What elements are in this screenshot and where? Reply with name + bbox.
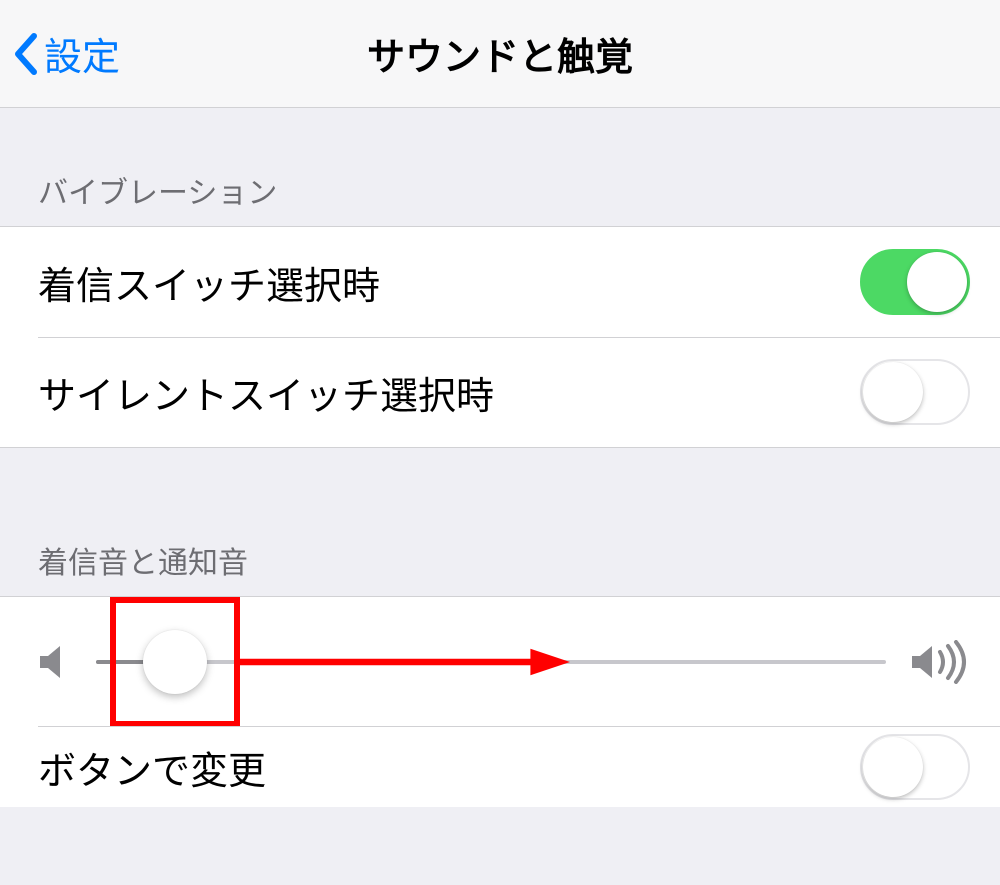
row-vibrate-on-ring[interactable]: 着信スイッチ選択時 [0,227,1000,337]
row-label: 着信スイッチ選択時 [38,255,380,310]
switch-vibrate-on-ring[interactable] [860,249,970,315]
switch-knob [863,737,923,797]
group-vibration: 着信スイッチ選択時 サイレントスイッチ選択時 [0,226,1000,448]
row-volume-slider [0,597,1000,727]
section-header-vibration: バイブレーション [0,108,1000,226]
slider-thumb[interactable] [143,630,207,694]
switch-change-with-buttons[interactable] [860,734,970,800]
group-ringer: ボタンで変更 [0,596,1000,807]
volume-max-icon [910,640,970,684]
switch-knob [907,252,967,312]
page-title: サウンドと触覚 [0,26,1000,81]
volume-slider[interactable] [96,660,886,664]
switch-vibrate-on-silent[interactable] [860,359,970,425]
chevron-left-icon [12,32,38,76]
volume-min-icon [38,642,72,682]
back-button[interactable]: 設定 [0,26,120,81]
row-vibrate-on-silent[interactable]: サイレントスイッチ選択時 [0,337,1000,447]
row-label: サイレントスイッチ選択時 [38,365,494,420]
navbar: 設定 サウンドと触覚 [0,0,1000,108]
back-label: 設定 [44,26,120,81]
section-header-ringer: 着信音と通知音 [0,478,1000,596]
row-change-with-buttons[interactable]: ボタンで変更 [0,727,1000,807]
annotation-arrow-icon [240,642,570,682]
row-label: ボタンで変更 [38,740,266,795]
switch-knob [863,362,923,422]
